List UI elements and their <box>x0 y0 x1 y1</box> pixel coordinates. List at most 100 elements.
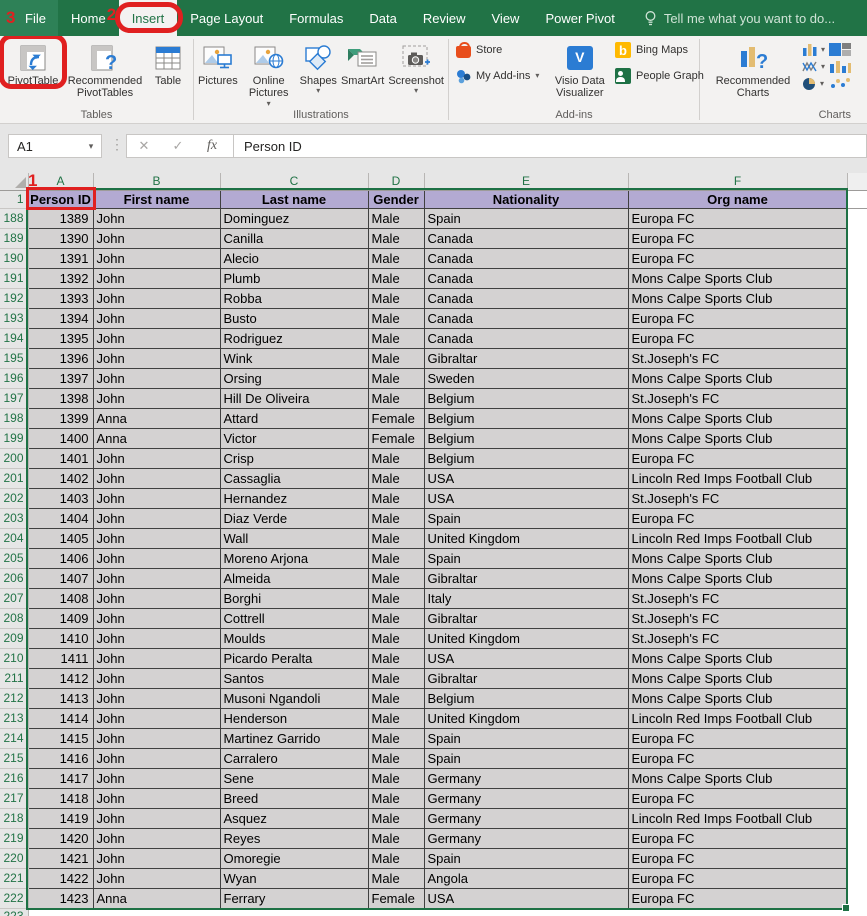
cell-person-id[interactable]: 1417 <box>28 768 93 788</box>
cell-last-name[interactable]: Martinez Garrido <box>220 728 368 748</box>
my-addins-button[interactable]: My Add-ins ▾ <box>455 68 545 84</box>
cell-gender[interactable]: Male <box>368 668 424 688</box>
cell-first-name[interactable]: John <box>93 808 220 828</box>
row-header[interactable]: 201 <box>0 468 28 488</box>
cell-first-name[interactable]: John <box>93 828 220 848</box>
cell-person-id[interactable]: 1421 <box>28 848 93 868</box>
cell-gender[interactable]: Male <box>368 848 424 868</box>
cell-nationality[interactable]: Belgium <box>424 448 628 468</box>
row-header[interactable]: 222 <box>0 888 28 908</box>
cell-last-name[interactable]: Moreno Arjona <box>220 548 368 568</box>
cell-org-name[interactable]: Mons Calpe Sports Club <box>628 648 847 668</box>
cell-first-name[interactable]: Anna <box>93 428 220 448</box>
cell-person-id[interactable]: 1395 <box>28 328 93 348</box>
cell-gender[interactable]: Male <box>368 568 424 588</box>
online-pictures-button[interactable]: Online Pictures ▾ <box>240 38 298 108</box>
my-addins-dropdown-icon[interactable]: ▾ <box>535 72 539 80</box>
insert-line-chart-button[interactable]: ▾ <box>802 60 825 73</box>
cell-person-id[interactable]: 1411 <box>28 648 93 668</box>
insert-pie-chart-button[interactable]: ▾ <box>802 77 825 91</box>
cell-gender[interactable]: Male <box>368 468 424 488</box>
cell-nationality[interactable]: Gibraltar <box>424 608 628 628</box>
tab-review[interactable]: Review <box>410 0 479 36</box>
cell-b1-first-name[interactable]: First name <box>93 190 220 208</box>
empty-cell[interactable] <box>847 428 867 448</box>
cell-first-name[interactable]: John <box>93 868 220 888</box>
row-header[interactable]: 211 <box>0 668 28 688</box>
cell-d1-gender[interactable]: Gender <box>368 190 424 208</box>
cell-gender[interactable]: Male <box>368 788 424 808</box>
row-header[interactable]: 205 <box>0 548 28 568</box>
cell-nationality[interactable]: Germany <box>424 788 628 808</box>
cell-gender[interactable]: Male <box>368 868 424 888</box>
row-header[interactable]: 192 <box>0 288 28 308</box>
cell-first-name[interactable]: John <box>93 708 220 728</box>
cell-last-name[interactable]: Breed <box>220 788 368 808</box>
cell-last-name[interactable]: Santos <box>220 668 368 688</box>
cell-org-name[interactable]: Mons Calpe Sports Club <box>628 548 847 568</box>
cell-last-name[interactable]: Orsing <box>220 368 368 388</box>
cell-nationality[interactable]: Spain <box>424 548 628 568</box>
cell-org-name[interactable]: Mons Calpe Sports Club <box>628 368 847 388</box>
cell-last-name[interactable]: Almeida <box>220 568 368 588</box>
cell-nationality[interactable]: Germany <box>424 808 628 828</box>
cell-first-name[interactable]: John <box>93 488 220 508</box>
cell-first-name[interactable]: John <box>93 468 220 488</box>
row-header[interactable]: 218 <box>0 808 28 828</box>
cell-org-name[interactable]: Europa FC <box>628 228 847 248</box>
cell-gender[interactable]: Female <box>368 888 424 908</box>
empty-cell[interactable] <box>847 508 867 528</box>
cell-first-name[interactable]: Anna <box>93 408 220 428</box>
row-header[interactable]: 215 <box>0 748 28 768</box>
column-header-b[interactable]: B <box>93 173 220 190</box>
cell-nationality[interactable]: Gibraltar <box>424 668 628 688</box>
recommended-pivottables-button[interactable]: ? Recommended PivotTables <box>64 38 146 100</box>
row-header[interactable]: 204 <box>0 528 28 548</box>
tab-power-pivot[interactable]: Power Pivot <box>532 0 627 36</box>
cell-gender[interactable]: Male <box>368 488 424 508</box>
cell-person-id[interactable]: 1396 <box>28 348 93 368</box>
cell-person-id[interactable]: 1419 <box>28 808 93 828</box>
cell-first-name[interactable]: John <box>93 848 220 868</box>
cell-org-name[interactable]: Lincoln Red Imps Football Club <box>628 528 847 548</box>
cell-org-name[interactable]: Lincoln Red Imps Football Club <box>628 708 847 728</box>
cell-last-name[interactable]: Plumb <box>220 268 368 288</box>
empty-cell[interactable] <box>847 268 867 288</box>
recommended-charts-button[interactable]: ? Recommended Charts <box>710 38 796 100</box>
cell-first-name[interactable]: John <box>93 588 220 608</box>
cell-person-id[interactable]: 1423 <box>28 888 93 908</box>
cell-org-name[interactable]: Mons Calpe Sports Club <box>628 688 847 708</box>
cell-first-name[interactable]: John <box>93 228 220 248</box>
row-header[interactable]: 217 <box>0 788 28 808</box>
cell-first-name[interactable]: John <box>93 248 220 268</box>
row-header[interactable]: 194 <box>0 328 28 348</box>
row-header[interactable]: 188 <box>0 208 28 228</box>
cell-a1-person-id[interactable]: Person ID <box>28 190 93 208</box>
tab-file[interactable]: 3 File <box>0 0 58 36</box>
cell-person-id[interactable]: 1410 <box>28 628 93 648</box>
cell-nationality[interactable]: United Kingdom <box>424 708 628 728</box>
row-header[interactable]: 200 <box>0 448 28 468</box>
row-header[interactable]: 206 <box>0 568 28 588</box>
cell-nationality[interactable]: Gibraltar <box>424 568 628 588</box>
fill-handle[interactable] <box>842 904 850 912</box>
empty-cell[interactable] <box>847 688 867 708</box>
cell-org-name[interactable]: Europa FC <box>628 508 847 528</box>
smartart-button[interactable]: SmartArt <box>339 38 386 87</box>
insert-function-button[interactable]: fx <box>195 138 229 154</box>
empty-cell[interactable] <box>847 228 867 248</box>
empty-cell[interactable] <box>847 208 867 228</box>
cell-person-id[interactable]: 1404 <box>28 508 93 528</box>
empty-cell[interactable] <box>847 348 867 368</box>
cell-gender[interactable]: Male <box>368 728 424 748</box>
cell-person-id[interactable]: 1403 <box>28 488 93 508</box>
cell-org-name[interactable]: Europa FC <box>628 248 847 268</box>
column-header-f[interactable]: F <box>628 173 847 190</box>
empty-cell[interactable] <box>847 668 867 688</box>
cell-person-id[interactable]: 1422 <box>28 868 93 888</box>
cell-org-name[interactable]: Mons Calpe Sports Club <box>628 288 847 308</box>
empty-cell[interactable] <box>847 568 867 588</box>
empty-cell[interactable] <box>847 288 867 308</box>
cell-e1-nationality[interactable]: Nationality <box>424 190 628 208</box>
empty-cell[interactable] <box>847 768 867 788</box>
